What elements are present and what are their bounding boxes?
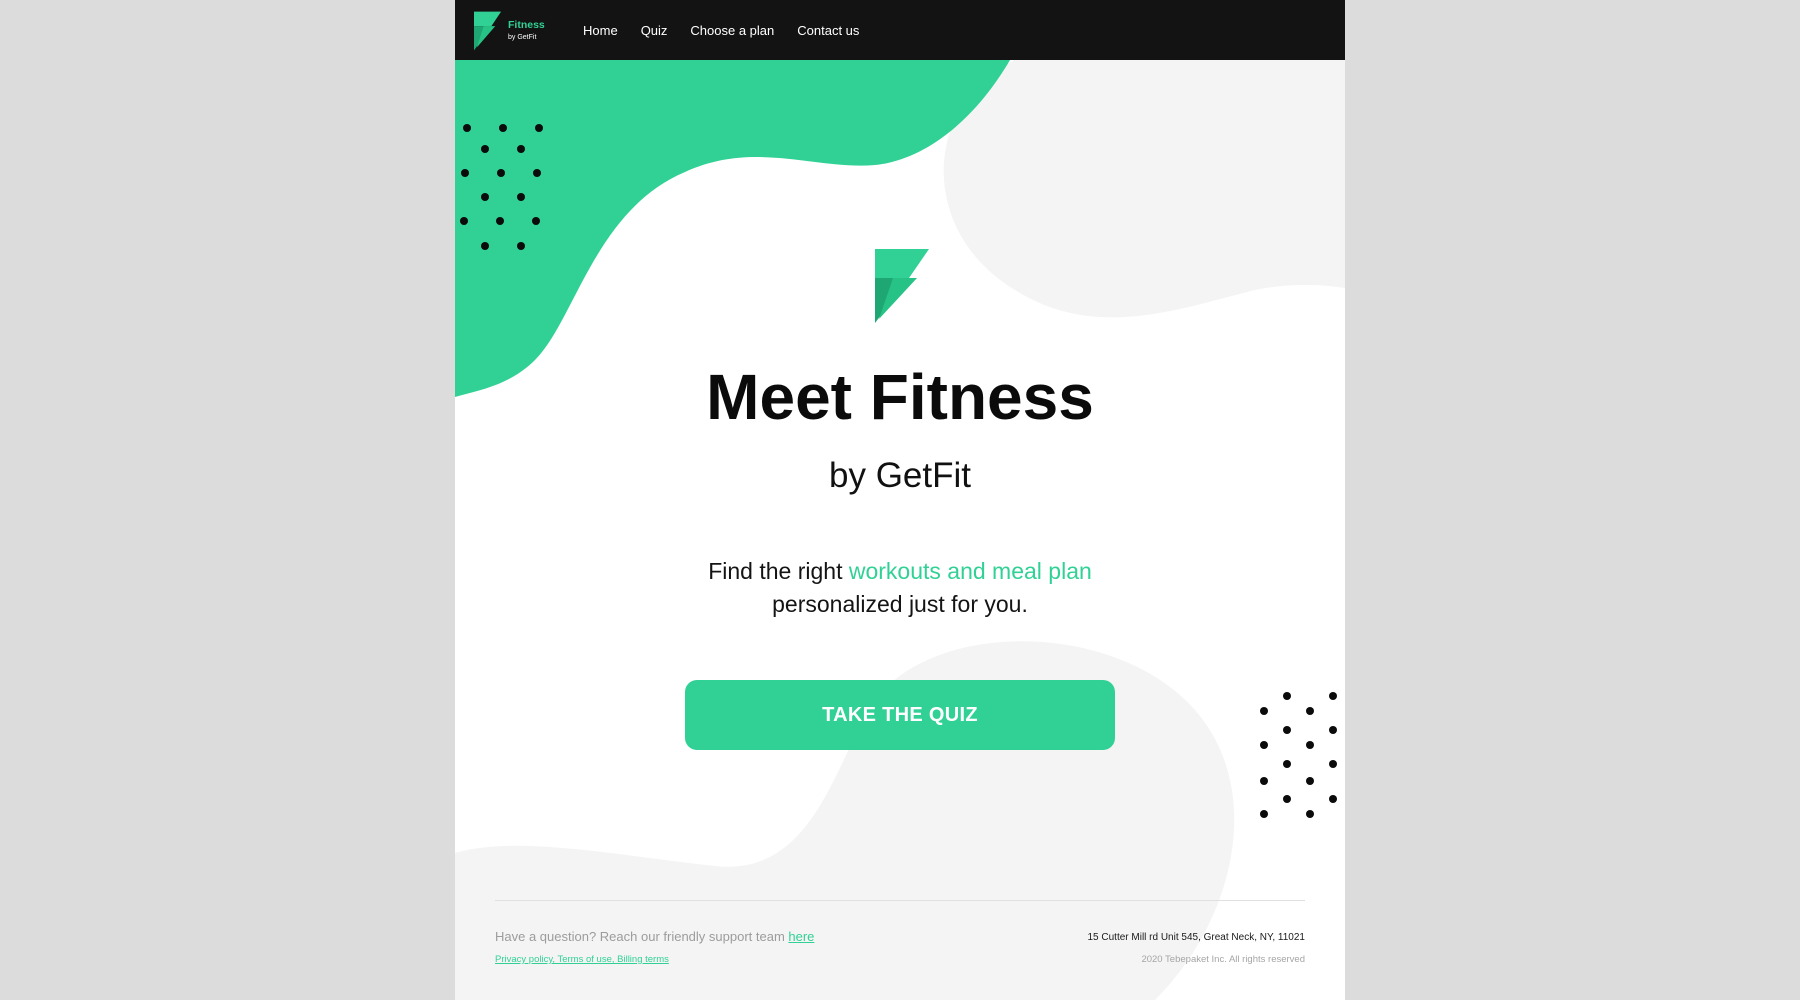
landing-page: Fitness by GetFit Home Quiz Choose a pla…: [455, 0, 1345, 1000]
tagline-start: Find the right: [708, 558, 849, 584]
support-question-text: Have a question? Reach our friendly supp…: [495, 929, 789, 944]
nav-links: Home Quiz Choose a plan Contact us: [583, 0, 882, 60]
fitness-logo-icon[interactable]: [474, 11, 503, 51]
take-quiz-button[interactable]: TAKE THE QUIZ: [685, 680, 1115, 750]
gray-blob-top: [943, 60, 1345, 318]
footer-right: 15 Cutter Mill rd Unit 545, Great Neck, …: [1087, 932, 1305, 965]
company-address: 15 Cutter Mill rd Unit 545, Great Neck, …: [1087, 932, 1305, 943]
hero-tagline: Find the right workouts and meal plan pe…: [455, 555, 1345, 621]
tagline-accent: workouts and meal plan: [848, 558, 1092, 584]
nav-link-home[interactable]: Home: [583, 23, 618, 38]
legal-links: Privacy policy, Terms of use, Billing te…: [495, 954, 814, 965]
nav-link-choose-plan[interactable]: Choose a plan: [690, 23, 774, 38]
logo-wordmark[interactable]: Fitness by GetFit: [508, 20, 545, 41]
support-question: Have a question? Reach our friendly supp…: [495, 929, 814, 944]
support-link[interactable]: here: [788, 929, 814, 944]
hero-subtitle: by GetFit: [829, 456, 971, 495]
brand-sub: by GetFit: [508, 33, 537, 41]
tagline-end: personalized just for you.: [772, 591, 1028, 617]
copyright: 2020 Tebepaket Inc. All rights reserved: [1141, 954, 1305, 965]
footer-left: Have a question? Reach our friendly supp…: [495, 929, 814, 965]
background-blobs: [455, 60, 1345, 1000]
footer-divider: [495, 900, 1305, 901]
nav-link-contact[interactable]: Contact us: [797, 23, 859, 38]
dot-pattern-bottom-right: [1260, 692, 1337, 818]
dot-pattern-top-left: [460, 124, 543, 250]
fitness-logo-icon-large: [875, 249, 929, 323]
hero-title: Meet Fitness: [706, 361, 1094, 433]
legal-links-text[interactable]: Privacy policy, Terms of use, Billing te…: [495, 954, 669, 965]
top-navbar: Fitness by GetFit Home Quiz Choose a pla…: [455, 0, 1345, 60]
brand-name: Fitness: [508, 19, 545, 31]
nav-link-quiz[interactable]: Quiz: [641, 23, 668, 38]
